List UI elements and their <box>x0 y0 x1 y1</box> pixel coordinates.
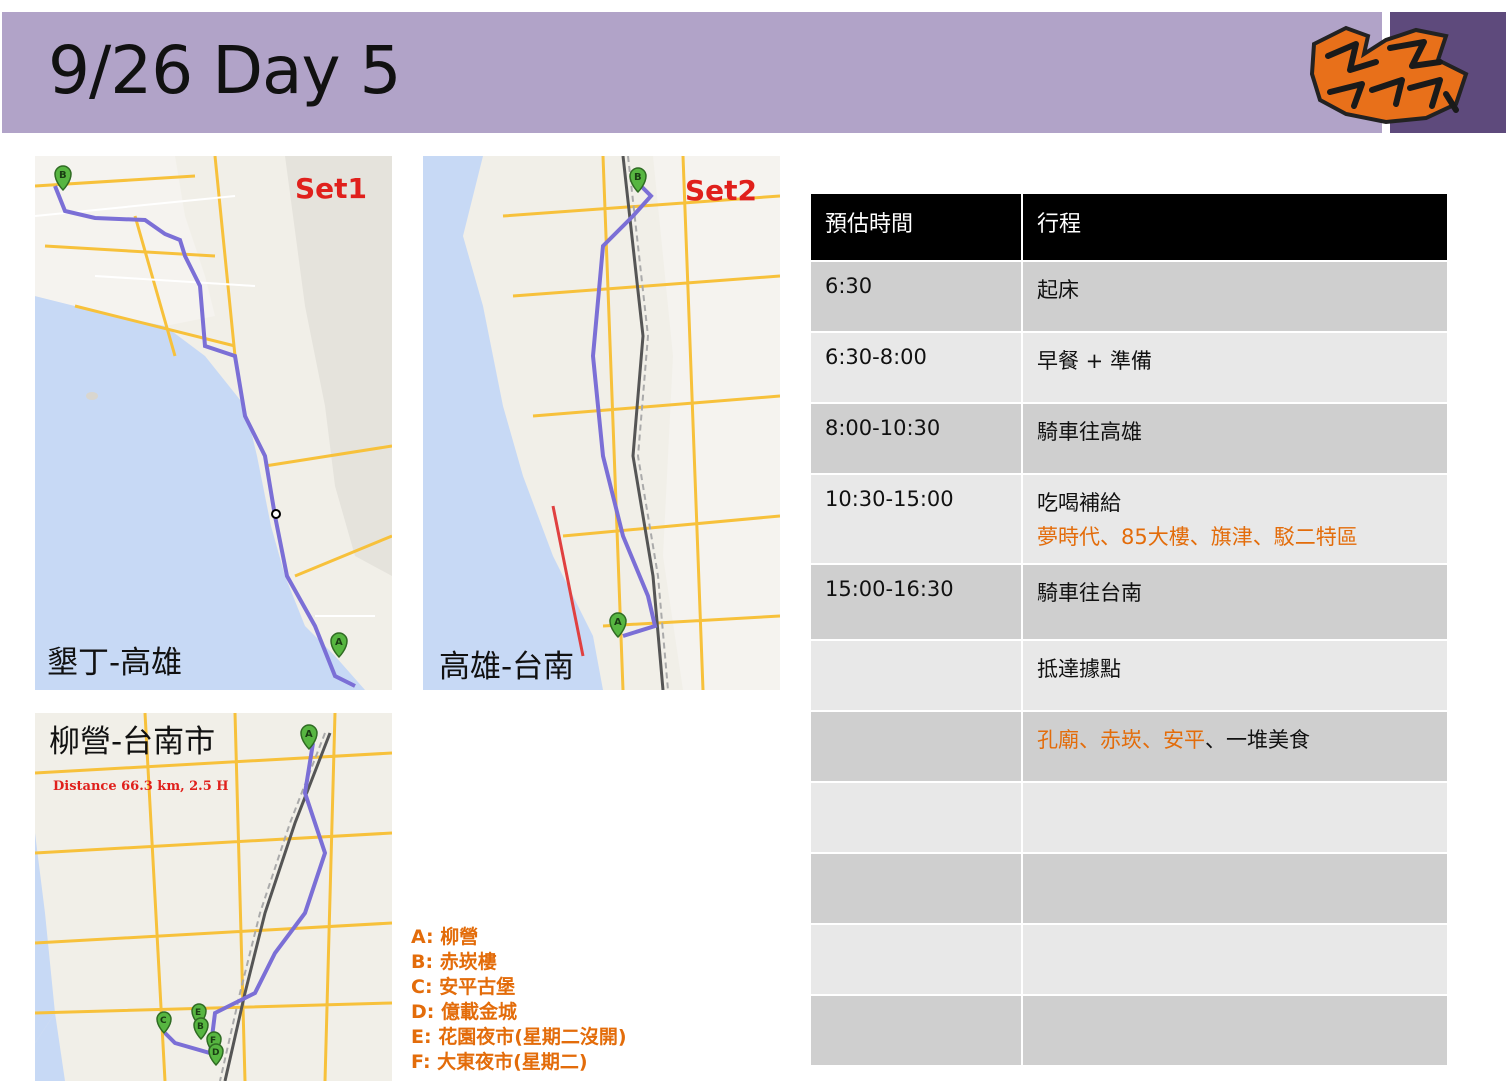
plan-cell <box>1023 996 1449 1067</box>
plan-highlight: 夢時代、85大樓、旗津、駁二特區 <box>1037 525 1358 549</box>
table-row: 孔廟、赤崁、安平、一堆美食 <box>811 712 1449 783</box>
table-row: 6:30-8:00 早餐 + 準備 <box>811 333 1449 404</box>
distance-note: Distance 66.3 km, 2.5 H <box>53 779 229 794</box>
page-title: 9/26 Day 5 <box>48 32 401 109</box>
table-row: 8:00-10:30 騎車往高雄 <box>811 404 1449 475</box>
table-header-row: 預估時間 行程 <box>811 194 1449 262</box>
table-row: 抵達據點 <box>811 641 1449 712</box>
time-cell: 8:00-10:30 <box>811 404 1023 475</box>
map-liuying-tainan-graphic <box>35 713 392 1081</box>
time-cell: 6:30-8:00 <box>811 333 1023 404</box>
map-kaohsiung-tainan: B A Set2 高雄-台南 <box>423 156 780 690</box>
plan-text: 、一堆美食 <box>1205 728 1310 752</box>
set2-label: Set2 <box>685 174 758 207</box>
time-cell: 15:00-16:30 <box>811 565 1023 641</box>
route-label-set3: 柳營-台南市 <box>49 724 216 760</box>
plan-cell: 孔廟、赤崁、安平、一堆美食 <box>1023 712 1449 783</box>
location-legend: A: 柳營 B: 赤崁樓 C: 安平古堡 D: 億載金城 E: 花園夜市(星期二… <box>411 925 711 1075</box>
route-label-set1: 墾丁-高雄 <box>47 645 183 681</box>
plan-cell: 早餐 + 準備 <box>1023 333 1449 404</box>
legend-item: E: 花園夜市(星期二沒開) <box>411 1026 627 1048</box>
map-kenting-kaohsiung: B A Set1 墾丁-高雄 <box>35 156 392 690</box>
plan-text: 吃喝補給 <box>1037 491 1121 515</box>
table-row: 15:00-16:30 騎車往台南 <box>811 565 1449 641</box>
table-row <box>811 854 1449 925</box>
time-cell <box>811 783 1023 854</box>
legend-item: F: 大東夜市(星期二) <box>411 1051 588 1073</box>
logo-graffiti <box>1309 25 1469 125</box>
plan-cell: 抵達據點 <box>1023 641 1449 712</box>
plan-cell: 騎車往台南 <box>1023 565 1449 641</box>
column-header-plan: 行程 <box>1023 194 1449 262</box>
time-cell <box>811 996 1023 1067</box>
time-cell <box>811 854 1023 925</box>
route-label-set2: 高雄-台南 <box>439 649 575 685</box>
legend-item: D: 億載金城 <box>411 1001 517 1023</box>
table-row: 10:30-15:00 吃喝補給 夢時代、85大樓、旗津、駁二特區 <box>811 475 1449 565</box>
plan-cell <box>1023 783 1449 854</box>
legend-item: C: 安平古堡 <box>411 976 516 998</box>
set1-label: Set1 <box>295 172 368 205</box>
time-cell <box>811 925 1023 996</box>
map-kenting-kaohsiung-graphic <box>35 156 392 690</box>
plan-cell: 吃喝補給 夢時代、85大樓、旗津、駁二特區 <box>1023 475 1449 565</box>
legend-item: B: 赤崁樓 <box>411 951 497 973</box>
plan-cell <box>1023 854 1449 925</box>
plan-cell: 騎車往高雄 <box>1023 404 1449 475</box>
map-kaohsiung-tainan-graphic <box>463 156 780 690</box>
legend-item: A: 柳營 <box>411 926 479 948</box>
table-row <box>811 783 1449 854</box>
plan-cell <box>1023 925 1449 996</box>
plan-highlight: 孔廟、赤崁、安平 <box>1037 728 1205 752</box>
table-row <box>811 996 1449 1067</box>
schedule-table: 預估時間 行程 6:30 起床 6:30-8:00 早餐 + 準備 8:00-1… <box>811 194 1449 1067</box>
table-row: 6:30 起床 <box>811 262 1449 333</box>
table-row <box>811 925 1449 996</box>
column-header-time: 預估時間 <box>811 194 1023 262</box>
time-cell <box>811 712 1023 783</box>
time-cell: 10:30-15:00 <box>811 475 1023 565</box>
plan-cell: 起床 <box>1023 262 1449 333</box>
map-liuying-tainan: A C E B F D 柳營-台南市 Distance 66.3 km, 2.5… <box>35 713 392 1081</box>
time-cell <box>811 641 1023 712</box>
time-cell: 6:30 <box>811 262 1023 333</box>
